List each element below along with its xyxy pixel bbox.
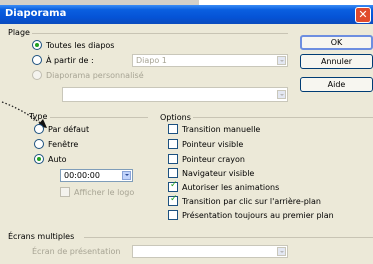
chevron-down-icon[interactable] xyxy=(277,90,286,99)
label-diaporama-personnalise: Diaporama personnalisé xyxy=(46,71,144,80)
label-toujours-premier-plan: Présentation toujours au premier plan xyxy=(182,211,334,220)
options-group-label: Options xyxy=(160,113,191,122)
radio-a-partir-de[interactable] xyxy=(32,55,42,65)
label-par-defaut: Par défaut xyxy=(48,125,90,134)
spin-icon[interactable] xyxy=(122,171,131,180)
label-a-partir-de: À partir de : xyxy=(46,56,94,65)
checkbox-transition-manuelle[interactable] xyxy=(168,124,178,134)
chevron-down-icon[interactable] xyxy=(277,56,286,65)
auto-time-value: 00:00:00 xyxy=(64,171,100,180)
radio-fenetre[interactable] xyxy=(34,139,44,149)
label-pointeur-visible: Pointeur visible xyxy=(182,140,244,149)
checkbox-pointeur-visible[interactable] xyxy=(168,139,178,149)
label-fenetre: Fenêtre xyxy=(48,140,79,149)
radio-diaporama-personnalise[interactable] xyxy=(32,70,42,80)
label-afficher-le-logo: Afficher le logo xyxy=(74,188,135,197)
auto-time-field[interactable]: 00:00:00 xyxy=(60,169,133,182)
checkbox-pointeur-crayon[interactable] xyxy=(168,154,178,164)
close-icon[interactable]: ✕ xyxy=(355,7,371,23)
checkbox-toujours-premier-plan[interactable] xyxy=(168,210,178,220)
a-partir-de-dropdown[interactable]: Diapo 1 xyxy=(132,54,288,67)
ecrans-group-label: Écrans multiples xyxy=(8,232,75,241)
type-divider xyxy=(50,117,148,118)
ecran-presentation-dropdown[interactable] xyxy=(132,245,288,258)
a-partir-de-value: Diapo 1 xyxy=(136,56,167,65)
label-ecran-presentation: Écran de présentation xyxy=(32,247,121,256)
label-navigateur-visible: Navigateur visible xyxy=(182,169,255,178)
type-group-label: Type xyxy=(29,112,48,121)
checkmark-icon: ✓ xyxy=(170,194,178,204)
checkbox-navigateur-visible[interactable] xyxy=(168,168,178,178)
checkbox-afficher-le-logo[interactable] xyxy=(60,187,70,197)
label-autoriser-animations: Autoriser les animations xyxy=(182,183,280,192)
aide-button[interactable]: Aide xyxy=(300,77,373,92)
checkmark-icon: ✓ xyxy=(170,180,178,190)
title-bar[interactable]: Diaporama ✕ xyxy=(0,5,373,24)
plage-divider xyxy=(32,33,288,34)
annuler-button[interactable]: Annuler xyxy=(300,54,373,69)
radio-auto[interactable] xyxy=(34,154,44,164)
options-divider xyxy=(193,117,373,118)
dialog-title: Diaporama xyxy=(5,8,67,19)
checkbox-autoriser-animations[interactable]: ✓ xyxy=(168,180,178,192)
ok-button[interactable]: OK xyxy=(300,35,373,50)
label-toutes-les-diapos: Toutes les diapos xyxy=(46,41,115,50)
diaporama-dialog: Diaporama ✕ Plage Toutes les diapos À pa… xyxy=(0,0,373,264)
label-transition-clic: Transition par clic sur l'arrière-plan xyxy=(182,197,321,206)
plage-group-label: Plage xyxy=(8,28,30,37)
checkbox-transition-clic[interactable]: ✓ xyxy=(168,194,178,206)
radio-toutes-les-diapos[interactable] xyxy=(32,40,42,50)
label-auto: Auto xyxy=(48,155,67,164)
diaporama-personnalise-dropdown[interactable] xyxy=(62,87,288,102)
label-transition-manuelle: Transition manuelle xyxy=(182,125,261,134)
label-pointeur-crayon: Pointeur crayon xyxy=(182,155,245,164)
chevron-down-icon[interactable] xyxy=(277,247,286,256)
radio-par-defaut[interactable] xyxy=(34,124,44,134)
ecrans-divider xyxy=(84,237,373,238)
